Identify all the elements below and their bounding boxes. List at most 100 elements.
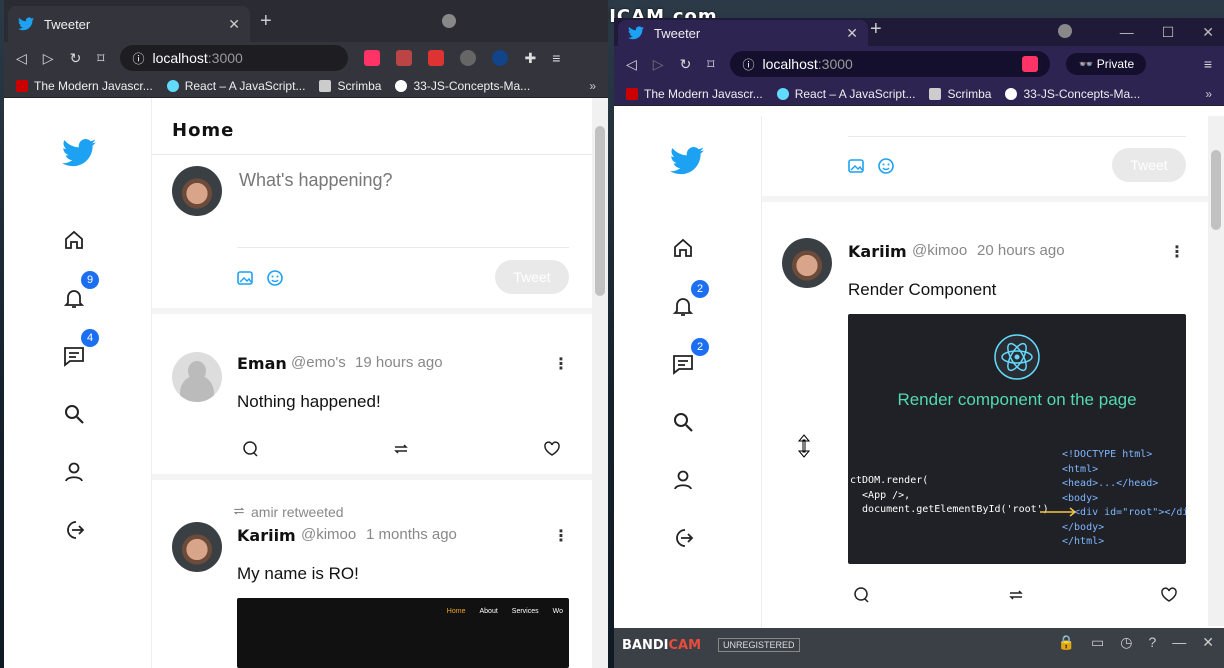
scrollbar-thumb[interactable] bbox=[1211, 150, 1221, 230]
bookmark-item[interactable]: 33-JS-Concepts-Ma... bbox=[395, 79, 530, 93]
bookmark-icon[interactable]: ⌑ bbox=[707, 56, 714, 73]
more-bookmarks-icon[interactable]: » bbox=[1205, 87, 1212, 101]
minimize-icon[interactable]: — bbox=[1120, 24, 1134, 41]
image-icon[interactable] bbox=[237, 270, 253, 286]
recorder-bar: BANDICAM UNREGISTERED 🔒 ▭ ◷ ? — ✕ bbox=[614, 628, 1224, 668]
tab-tweeter[interactable]: Tweeter ✕ bbox=[8, 6, 250, 42]
tweet-button[interactable]: Tweet bbox=[1112, 148, 1186, 182]
tweet-button[interactable]: Tweet bbox=[495, 260, 569, 294]
brave-shield-icon[interactable] bbox=[364, 50, 381, 66]
new-tab-icon[interactable]: + bbox=[870, 18, 882, 41]
messages-icon[interactable] bbox=[671, 352, 695, 376]
more-options-icon[interactable]: ⋮ bbox=[553, 526, 569, 546]
bookmark-item[interactable]: React – A JavaScript... bbox=[166, 79, 305, 93]
window-controls: — ☐ ✕ bbox=[1120, 24, 1214, 41]
tweet-author[interactable]: Kariim bbox=[237, 526, 296, 545]
incognito-icon: 👓 bbox=[1078, 57, 1097, 71]
tweet-author[interactable]: Kariim bbox=[848, 242, 907, 261]
home-icon[interactable] bbox=[671, 236, 695, 260]
tweet-image[interactable]: Home About Services Wo bbox=[237, 598, 569, 668]
bookmark-item[interactable]: The Modern Javascr... bbox=[16, 79, 153, 93]
twitter-logo-icon[interactable] bbox=[670, 146, 704, 176]
page-content: 9 4 Home What's happening? Tweet Eman @e… bbox=[4, 98, 592, 668]
logout-icon[interactable] bbox=[62, 518, 86, 542]
image-nav-item: Wo bbox=[552, 608, 563, 615]
retweet-icon[interactable] bbox=[1007, 586, 1025, 604]
forward-icon[interactable]: ▷ bbox=[43, 50, 54, 67]
clock-icon[interactable]: ◷ bbox=[1120, 634, 1132, 651]
reload-icon[interactable]: ↻ bbox=[70, 50, 82, 67]
messages-icon[interactable] bbox=[62, 344, 86, 368]
more-options-icon[interactable]: ⋮ bbox=[553, 354, 569, 374]
bookmark-item[interactable]: Scrimba bbox=[929, 87, 991, 101]
search-icon[interactable] bbox=[62, 402, 86, 426]
new-tab-icon[interactable]: + bbox=[260, 10, 272, 33]
help-icon[interactable]: ? bbox=[1148, 634, 1156, 651]
back-icon[interactable]: ◁ bbox=[16, 50, 27, 67]
compose-input[interactable]: What's happening? bbox=[239, 170, 393, 191]
bookmark-icon[interactable]: ⌑ bbox=[97, 50, 104, 67]
menu-icon[interactable]: ≡ bbox=[552, 50, 560, 66]
logout-icon[interactable] bbox=[671, 526, 695, 550]
profile-icon[interactable] bbox=[671, 468, 695, 492]
lock-icon[interactable]: 🔒 bbox=[1058, 634, 1075, 651]
avatar[interactable] bbox=[172, 522, 222, 572]
tweet-author[interactable]: Eman bbox=[237, 354, 287, 373]
extension-icon[interactable] bbox=[492, 50, 509, 66]
extension-icon[interactable] bbox=[460, 50, 477, 66]
extension-icon[interactable] bbox=[428, 50, 445, 66]
heart-icon[interactable] bbox=[1160, 586, 1178, 604]
comment-icon[interactable] bbox=[853, 586, 871, 604]
bookmark-item[interactable]: React – A JavaScript... bbox=[776, 87, 915, 101]
puzzle-icon[interactable]: ✚ bbox=[524, 50, 536, 67]
image-icon[interactable] bbox=[848, 158, 864, 174]
url-host: localhost bbox=[762, 56, 818, 72]
bookmark-item[interactable]: 33-JS-Concepts-Ma... bbox=[1005, 87, 1140, 101]
retweet-icon[interactable] bbox=[392, 440, 410, 458]
tab-title: Tweeter bbox=[654, 25, 701, 41]
maximize-icon[interactable]: ☐ bbox=[1162, 24, 1175, 41]
emoji-icon[interactable] bbox=[878, 158, 894, 174]
tab-search-icon[interactable] bbox=[442, 14, 456, 28]
more-options-icon[interactable]: ⋮ bbox=[1169, 242, 1185, 262]
emoji-icon[interactable] bbox=[267, 270, 283, 286]
avatar[interactable] bbox=[782, 238, 832, 288]
more-bookmarks-icon[interactable]: » bbox=[589, 79, 596, 93]
close-tab-icon[interactable]: ✕ bbox=[228, 16, 240, 33]
image-nav-item: Services bbox=[511, 608, 539, 615]
folder-icon[interactable]: ▭ bbox=[1091, 634, 1104, 651]
search-icon[interactable] bbox=[671, 410, 695, 434]
profile-icon[interactable] bbox=[62, 460, 86, 484]
minimize-icon[interactable]: — bbox=[1172, 634, 1186, 651]
tab-tweeter[interactable]: Tweeter ✕ bbox=[618, 20, 868, 46]
scrollbar[interactable] bbox=[1208, 116, 1224, 626]
back-icon[interactable]: ◁ bbox=[626, 56, 637, 73]
twitter-logo-icon[interactable] bbox=[62, 138, 96, 168]
section-divider bbox=[152, 308, 592, 314]
tweet-text: My name is RO! bbox=[237, 564, 359, 583]
address-bar[interactable]: ⓘ localhost:3000 bbox=[730, 51, 1051, 77]
menu-icon[interactable]: ≡ bbox=[1204, 56, 1212, 72]
address-bar[interactable]: ⓘ localhost:3000 bbox=[120, 45, 349, 71]
close-tab-icon[interactable]: ✕ bbox=[846, 25, 858, 42]
react-icon bbox=[166, 79, 179, 92]
scrollbar[interactable] bbox=[592, 98, 608, 668]
bell-icon[interactable] bbox=[671, 294, 695, 318]
tab-search-icon[interactable] bbox=[1058, 24, 1072, 38]
close-icon[interactable]: ✕ bbox=[1202, 634, 1214, 651]
bell-icon[interactable] bbox=[62, 286, 86, 310]
reload-icon[interactable]: ↻ bbox=[680, 56, 692, 73]
forward-icon[interactable]: ▷ bbox=[653, 56, 664, 73]
home-icon[interactable] bbox=[62, 228, 86, 252]
bookmark-item[interactable]: The Modern Javascr... bbox=[626, 87, 763, 101]
brave-rewards-icon[interactable] bbox=[396, 50, 413, 66]
avatar[interactable] bbox=[172, 166, 222, 216]
heart-icon[interactable] bbox=[543, 440, 561, 458]
avatar[interactable] bbox=[172, 352, 222, 402]
brave-shield-icon[interactable] bbox=[1022, 56, 1039, 72]
scrollbar-thumb[interactable] bbox=[595, 126, 605, 296]
comment-icon[interactable] bbox=[242, 440, 260, 458]
close-window-icon[interactable]: ✕ bbox=[1202, 24, 1214, 41]
tweet-image[interactable]: Render component on the page ctDOM.rende… bbox=[848, 314, 1186, 564]
bookmark-item[interactable]: Scrimba bbox=[319, 79, 381, 93]
